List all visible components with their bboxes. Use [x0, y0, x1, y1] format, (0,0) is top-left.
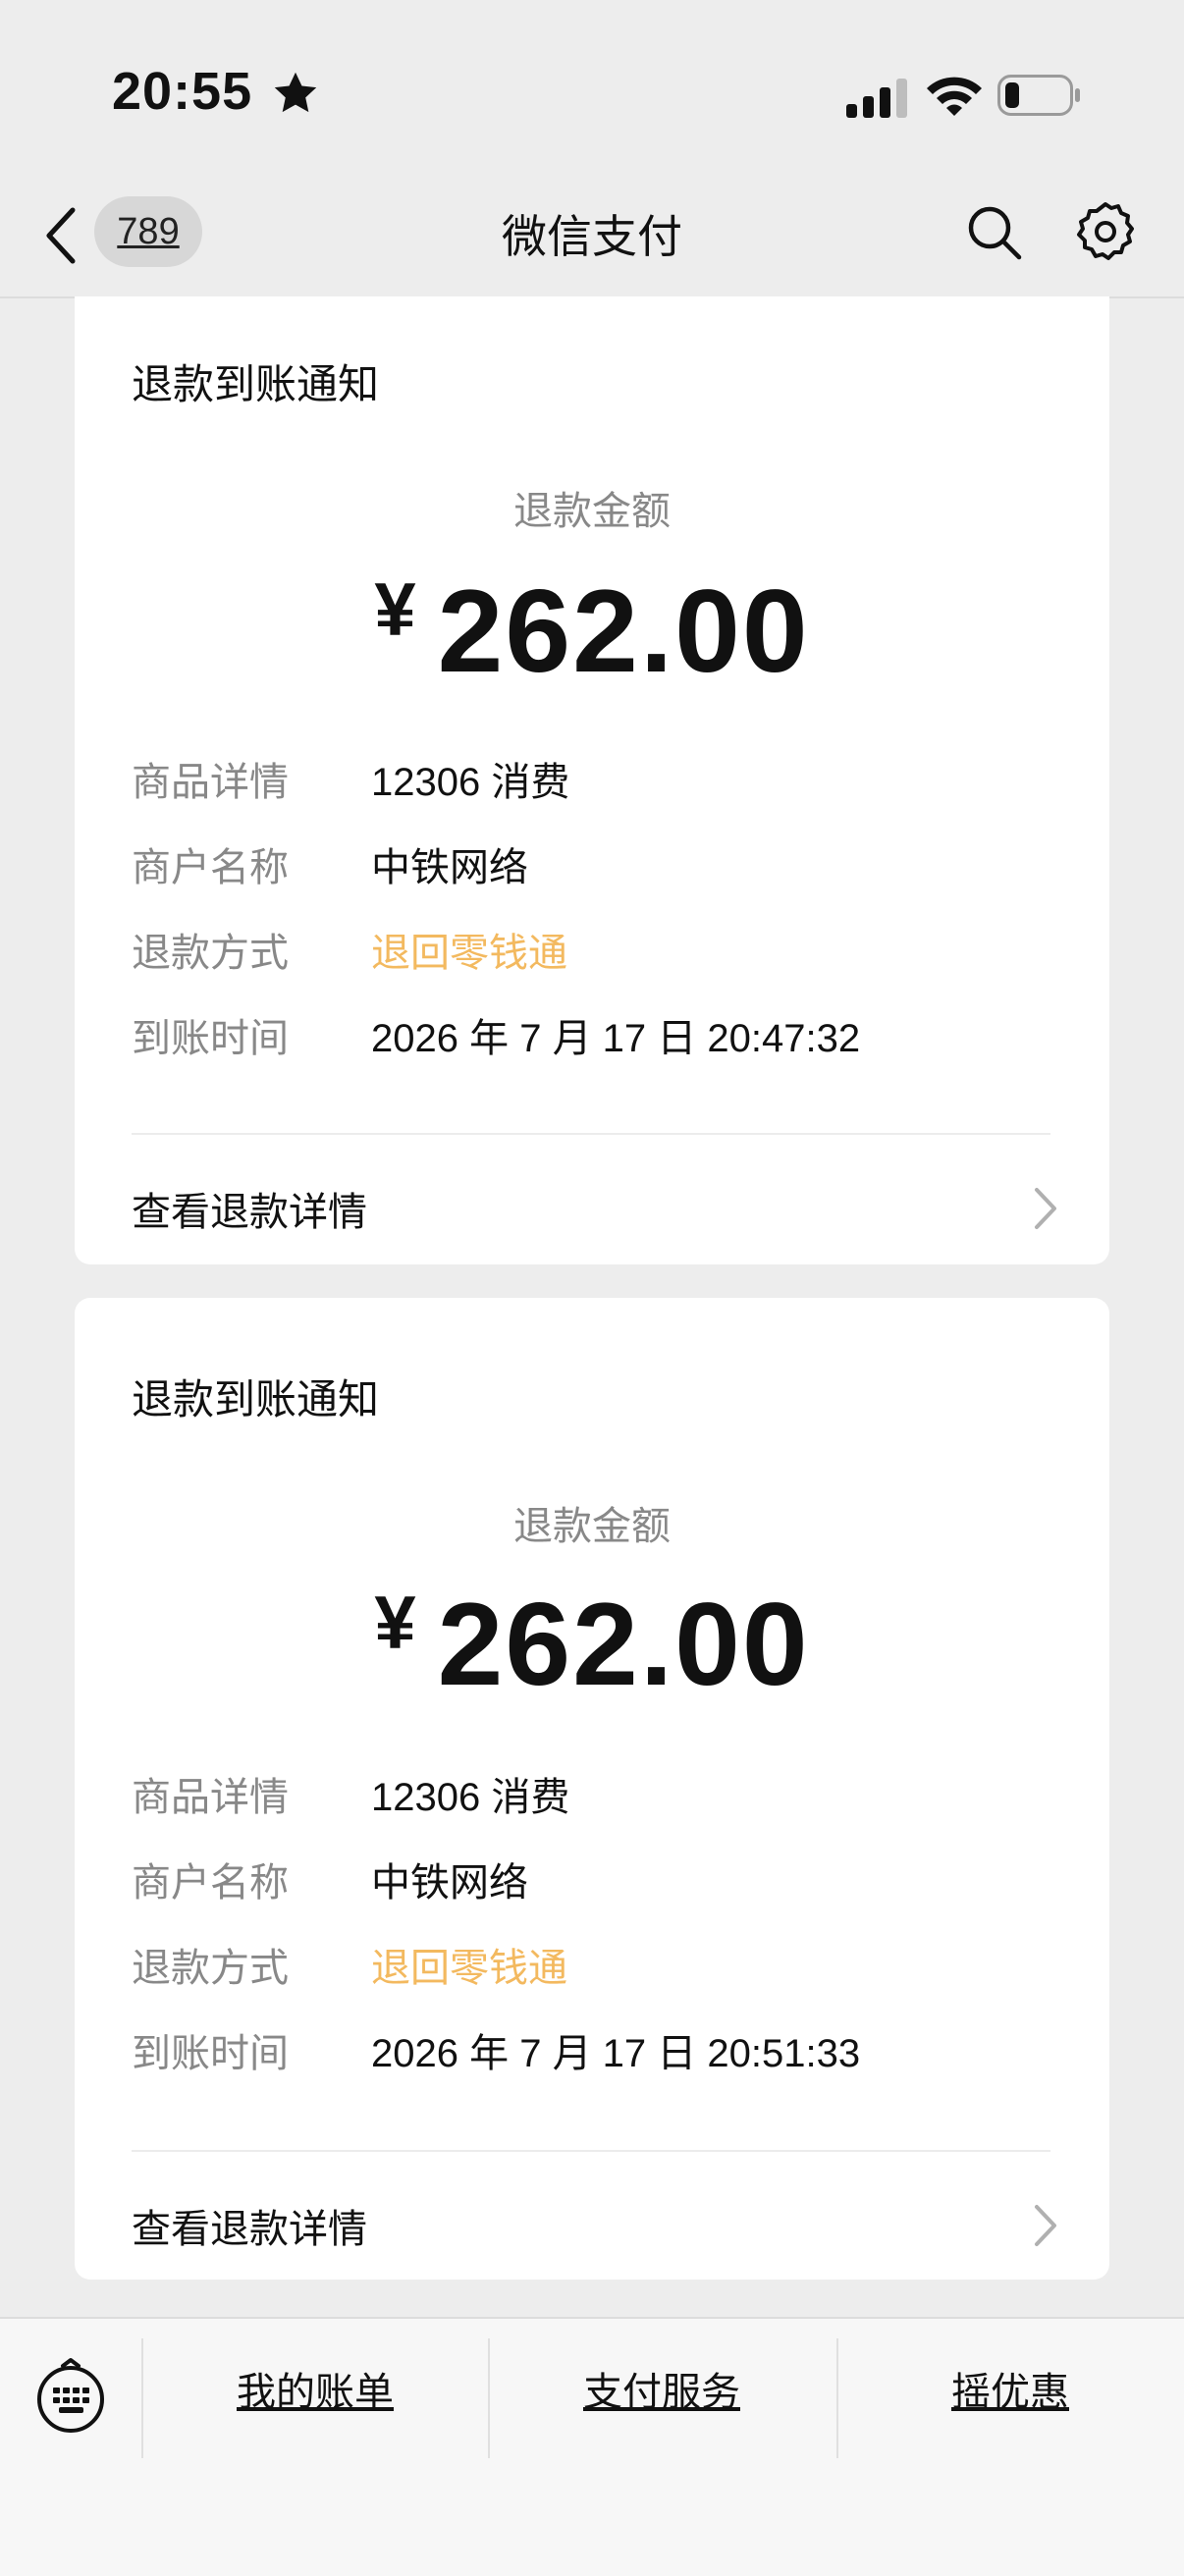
battery-icon: [997, 75, 1080, 116]
row-value: 12306 消费: [371, 761, 570, 804]
bottom-menu-bar: 我的账单 支付服务 摇优惠: [0, 2317, 1184, 2576]
search-icon[interactable]: [964, 202, 1025, 263]
amount-value: 262.00: [437, 1579, 810, 1710]
detail-row: 退款方式 退回零钱通: [132, 921, 1074, 1006]
refund-amount: ¥262.00: [75, 1577, 1109, 1712]
row-label: 商品详情: [132, 761, 289, 804]
row-label: 到账时间: [132, 2032, 289, 2075]
refund-notice-card[interactable]: 退款到账通知 退款金额 ¥262.00 商品详情 12306 消费 商户名称 中…: [75, 296, 1109, 1264]
status-time: 20:55: [112, 62, 253, 121]
chevron-right-icon: [1035, 1188, 1056, 1229]
divider: [132, 2150, 1050, 2152]
detail-row: 商户名称 中铁网络: [132, 1851, 1074, 1936]
detail-row: 到账时间 2026 年 7 月 17 日 20:51:33: [132, 2021, 1074, 2107]
currency-symbol: ¥: [374, 1582, 416, 1665]
row-label: 退款方式: [132, 1947, 289, 1990]
refund-notice-card[interactable]: 退款到账通知 退款金额 ¥262.00 商品详情 12306 消费 商户名称 中…: [75, 1298, 1109, 2280]
card-title: 退款到账通知: [132, 361, 380, 407]
row-value: 中铁网络: [371, 1861, 528, 1905]
divider: [132, 1133, 1050, 1135]
detail-row: 到账时间 2026 年 7 月 17 日 20:47:32: [132, 1006, 1074, 1092]
card-title: 退款到账通知: [132, 1376, 380, 1422]
detail-rows: 商品详情 12306 消费 商户名称 中铁网络 退款方式 退回零钱通 到账时间 …: [132, 1765, 1074, 2107]
signal-icon: [846, 79, 907, 118]
row-label: 商户名称: [132, 846, 289, 889]
row-label: 商品详情: [132, 1776, 289, 1819]
amount-value: 262.00: [437, 565, 810, 697]
nav-bar: 789 微信支付: [0, 177, 1184, 298]
keyboard-icon[interactable]: [35, 2356, 106, 2437]
detail-link-label: 查看退款详情: [132, 1191, 367, 1234]
status-bar: 20:55: [0, 0, 1184, 177]
gear-icon[interactable]: [1074, 200, 1137, 263]
row-label: 商户名称: [132, 1861, 289, 1905]
amount-label: 退款金额: [513, 1505, 671, 1548]
menu-item-shake-deals[interactable]: 摇优惠: [836, 2358, 1184, 2427]
detail-row: 商户名称 中铁网络: [132, 835, 1074, 921]
detail-link-label: 查看退款详情: [132, 2208, 367, 2251]
refund-method-value: 退回零钱通: [371, 932, 567, 975]
row-label: 到账时间: [132, 1017, 289, 1060]
refund-amount: ¥262.00: [75, 564, 1109, 699]
view-refund-details-link[interactable]: 查看退款详情: [132, 2187, 1060, 2266]
wifi-icon: [927, 77, 982, 116]
row-value: 中铁网络: [371, 846, 528, 889]
row-value: 2026 年 7 月 17 日 20:47:32: [371, 1017, 861, 1060]
detail-row: 商品详情 12306 消费: [132, 750, 1074, 835]
chevron-right-icon: [1035, 2205, 1056, 2246]
amount-label: 退款金额: [513, 490, 671, 533]
detail-rows: 商品详情 12306 消费 商户名称 中铁网络 退款方式 退回零钱通 到账时间 …: [132, 750, 1074, 1092]
currency-symbol: ¥: [374, 568, 416, 652]
refund-method-value: 退回零钱通: [371, 1947, 567, 1990]
view-refund-details-link[interactable]: 查看退款详情: [132, 1170, 1060, 1249]
star-icon: [274, 72, 317, 113]
row-label: 退款方式: [132, 932, 289, 975]
menu-item-my-bills[interactable]: 我的账单: [141, 2358, 489, 2427]
detail-row: 退款方式 退回零钱通: [132, 1936, 1074, 2021]
detail-row: 商品详情 12306 消费: [132, 1765, 1074, 1851]
menu-item-payment-services[interactable]: 支付服务: [488, 2358, 835, 2427]
row-value: 12306 消费: [371, 1776, 570, 1819]
row-value: 2026 年 7 月 17 日 20:51:33: [371, 2032, 861, 2075]
